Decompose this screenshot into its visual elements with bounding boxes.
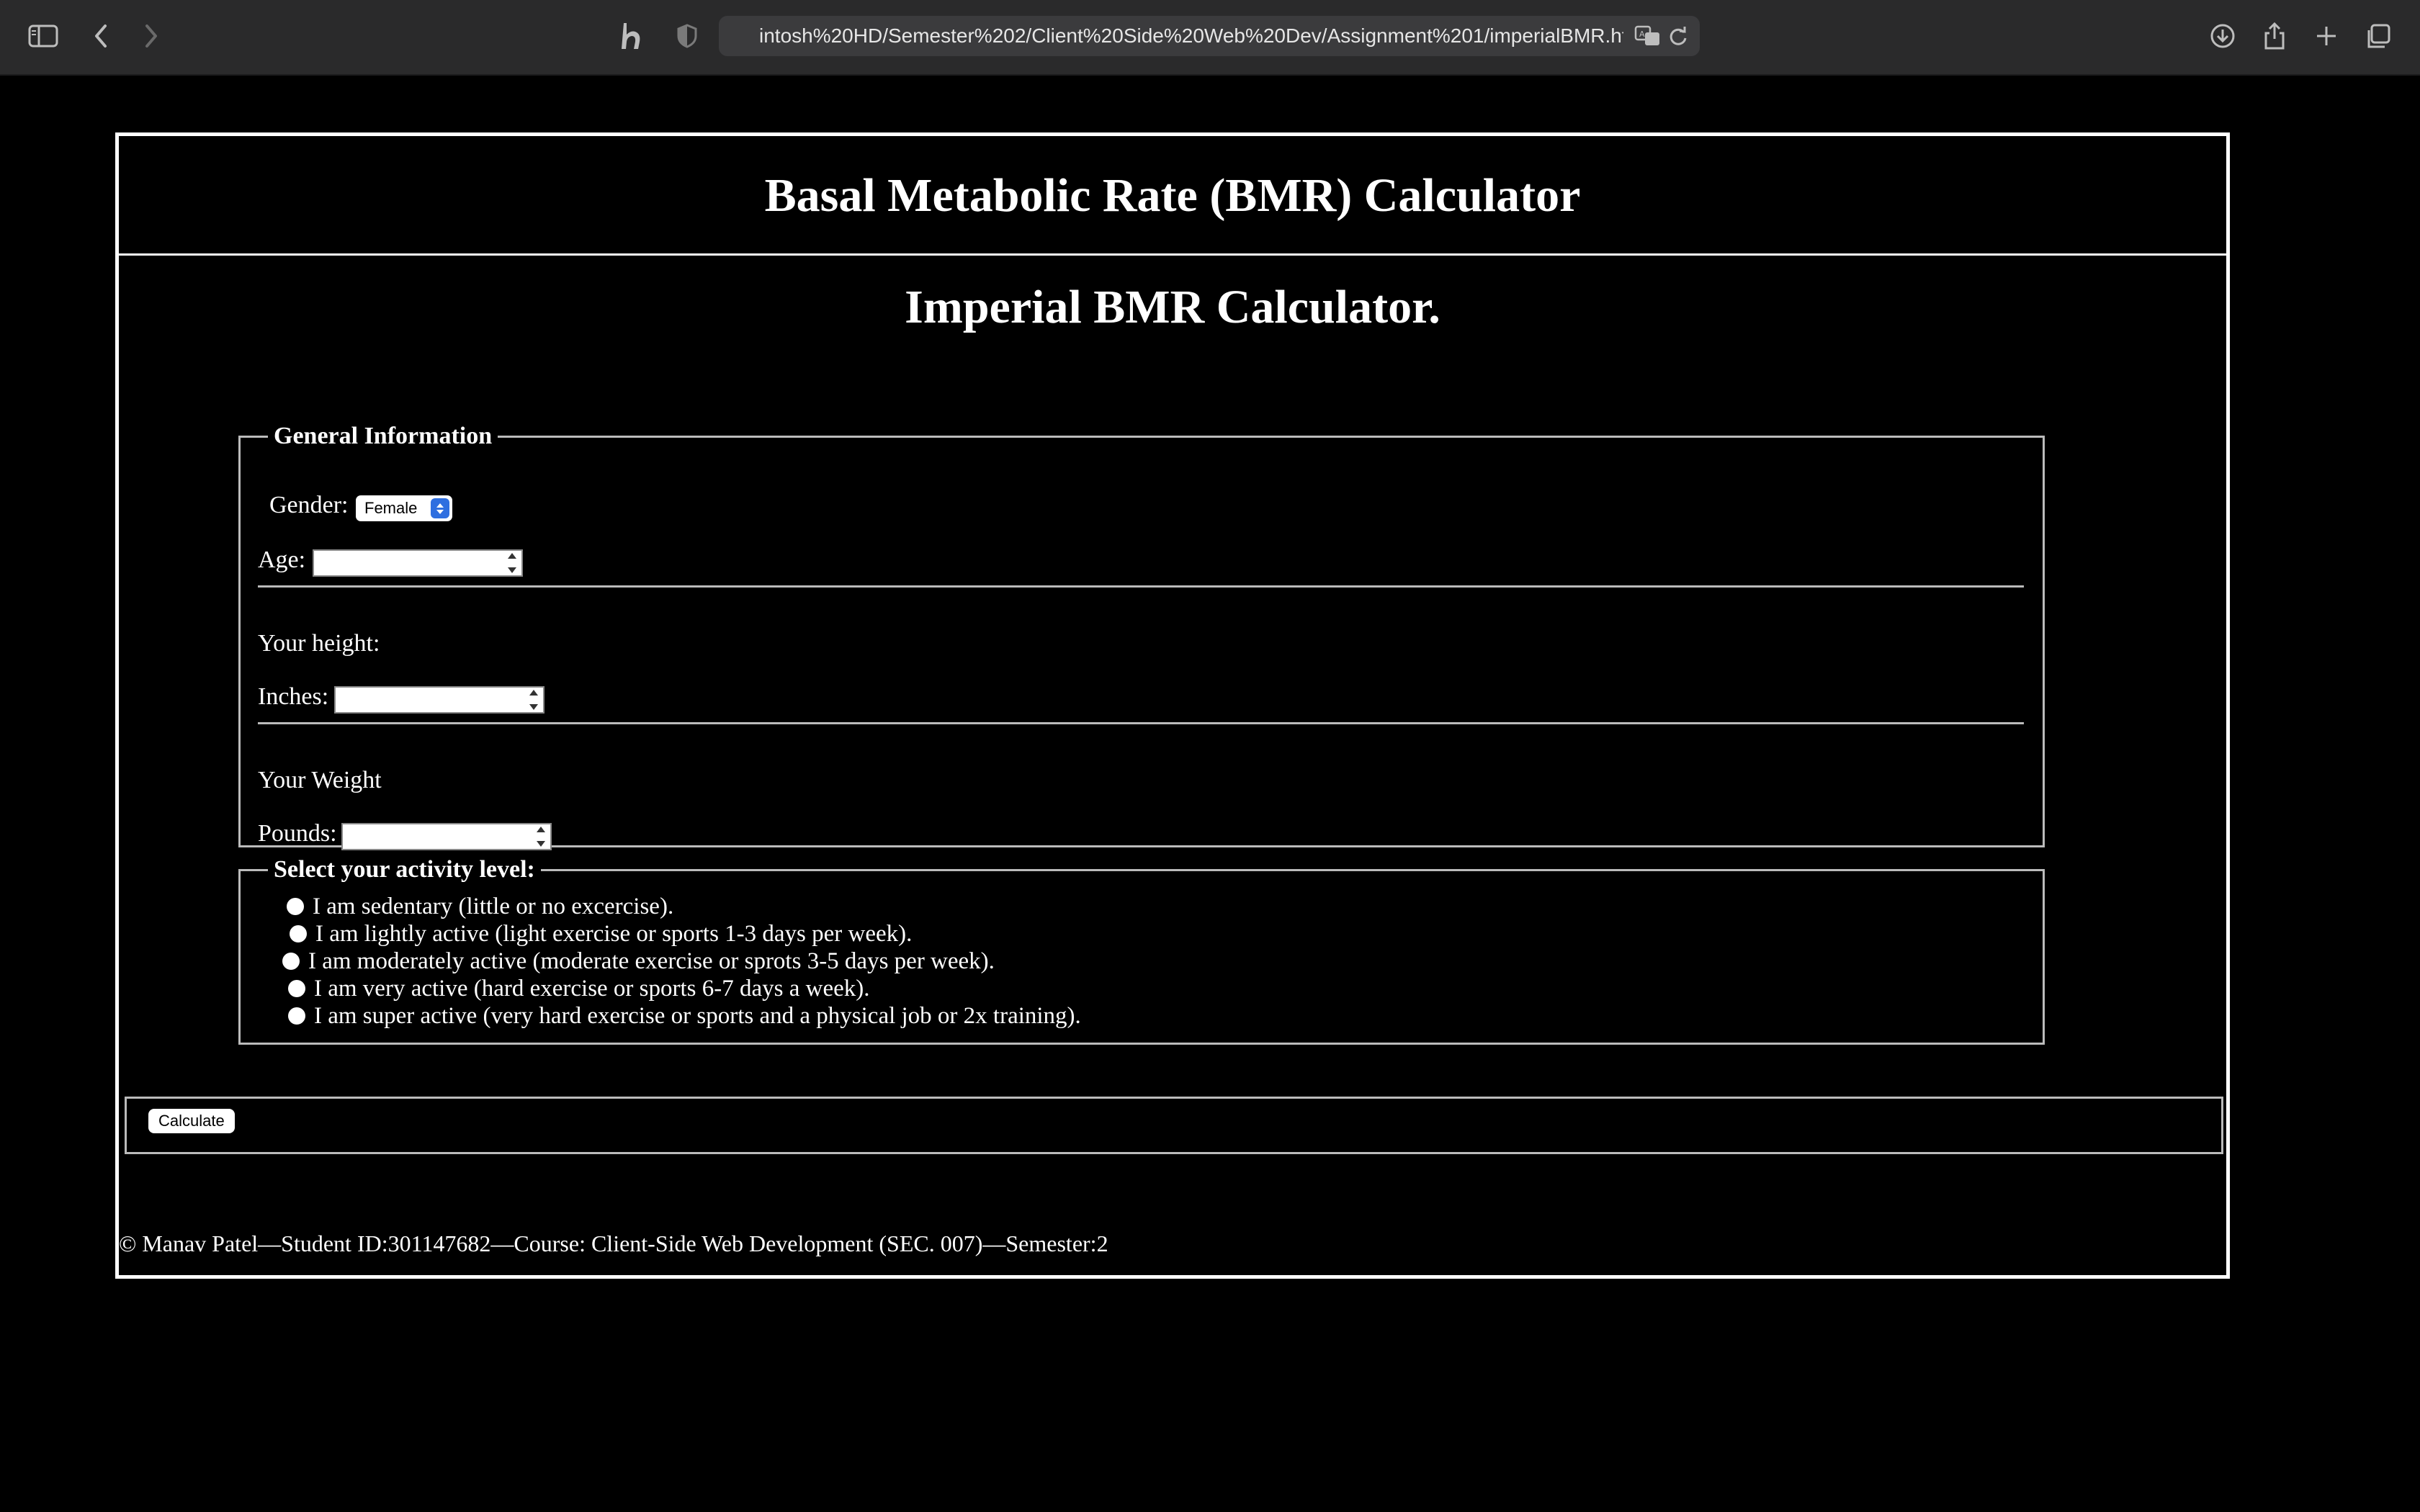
activity-option-super-active[interactable]: I am super active (very hard exercise or… xyxy=(288,1003,1081,1029)
age-label: Age: xyxy=(258,546,306,573)
sidebar-toggle-icon[interactable] xyxy=(24,17,62,55)
privacy-shield-icon[interactable] xyxy=(668,17,706,55)
inches-label: Inches: xyxy=(258,683,329,710)
footer-credits: © Manav Patel—Student ID:301147682—Cours… xyxy=(119,1230,1108,1256)
select-arrows-icon xyxy=(431,498,449,518)
activity-option-sedentary[interactable]: I am sedentary (little or no excercise). xyxy=(287,894,673,919)
pounds-input[interactable] xyxy=(341,823,552,850)
radio-button[interactable] xyxy=(290,925,307,942)
stepper-icon[interactable] xyxy=(536,827,546,847)
share-icon[interactable] xyxy=(2256,17,2293,55)
page-title: Basal Metabolic Rate (BMR) Calculator xyxy=(764,169,1581,222)
browser-toolbar: intosh%20HD/Semester%202/Client%20Side%2… xyxy=(0,0,2420,76)
age-input[interactable] xyxy=(313,549,523,577)
general-information-legend: General Information xyxy=(274,423,493,449)
reload-icon[interactable] xyxy=(1659,17,1697,55)
bmr-page-container: Basal Metabolic Rate (BMR) Calculator Im… xyxy=(115,132,2230,1279)
radio-button[interactable] xyxy=(288,980,305,997)
activity-option-moderately-active[interactable]: I am moderately active (moderate exercis… xyxy=(282,948,995,974)
activity-option-very-active[interactable]: I am very active (hard exercise or sport… xyxy=(288,976,870,1002)
activity-level-fieldset: Select your activity level: I am sedenta… xyxy=(238,856,2045,1045)
svg-text:A: A xyxy=(1639,30,1645,39)
new-tab-icon[interactable] xyxy=(2308,17,2345,55)
stepper-icon[interactable] xyxy=(529,690,539,710)
radio-button[interactable] xyxy=(287,898,304,915)
activity-option-label: I am lightly active (light exercise or s… xyxy=(315,920,913,947)
gender-label: Gender: xyxy=(269,492,349,518)
back-icon[interactable] xyxy=(82,17,120,55)
stepper-icon[interactable] xyxy=(507,553,517,573)
gender-select[interactable]: Female xyxy=(356,495,452,521)
section-divider xyxy=(258,585,2024,588)
pounds-label: Pounds: xyxy=(258,820,337,847)
activity-option-lightly-active[interactable]: I am lightly active (light exercise or s… xyxy=(290,921,912,947)
weight-heading: Your Weight xyxy=(258,767,382,793)
gender-select-value: Female xyxy=(364,499,418,517)
url-text: intosh%20HD/Semester%202/Client%20Side%2… xyxy=(759,24,1623,47)
tab-overview-icon[interactable] xyxy=(2360,17,2397,55)
activity-option-label: I am moderately active (moderate exercis… xyxy=(308,948,995,974)
general-information-fieldset: General Information Gender: Female Age: … xyxy=(238,423,2045,850)
section-divider xyxy=(258,722,2024,724)
forward-icon[interactable] xyxy=(133,17,170,55)
calculate-button[interactable]: Calculate xyxy=(148,1109,235,1133)
activity-option-label: I am very active (hard exercise or sport… xyxy=(314,975,870,1002)
address-bar[interactable]: intosh%20HD/Semester%202/Client%20Side%2… xyxy=(719,16,1700,56)
activity-option-label: I am super active (very hard exercise or… xyxy=(314,1002,1081,1029)
calculate-section: Calculate xyxy=(125,1097,2223,1154)
downloads-icon[interactable] xyxy=(2204,17,2241,55)
radio-button[interactable] xyxy=(282,953,300,970)
calculator-subtitle: Imperial BMR Calculator. xyxy=(905,281,1440,333)
honey-extension-icon[interactable] xyxy=(614,17,651,55)
activity-option-label: I am sedentary (little or no excercise). xyxy=(313,893,674,919)
height-heading: Your height: xyxy=(258,630,380,657)
activity-level-legend: Select your activity level: xyxy=(274,856,535,883)
radio-button[interactable] xyxy=(288,1007,305,1025)
inches-input[interactable] xyxy=(334,686,544,714)
page-header: Basal Metabolic Rate (BMR) Calculator xyxy=(119,136,2226,256)
